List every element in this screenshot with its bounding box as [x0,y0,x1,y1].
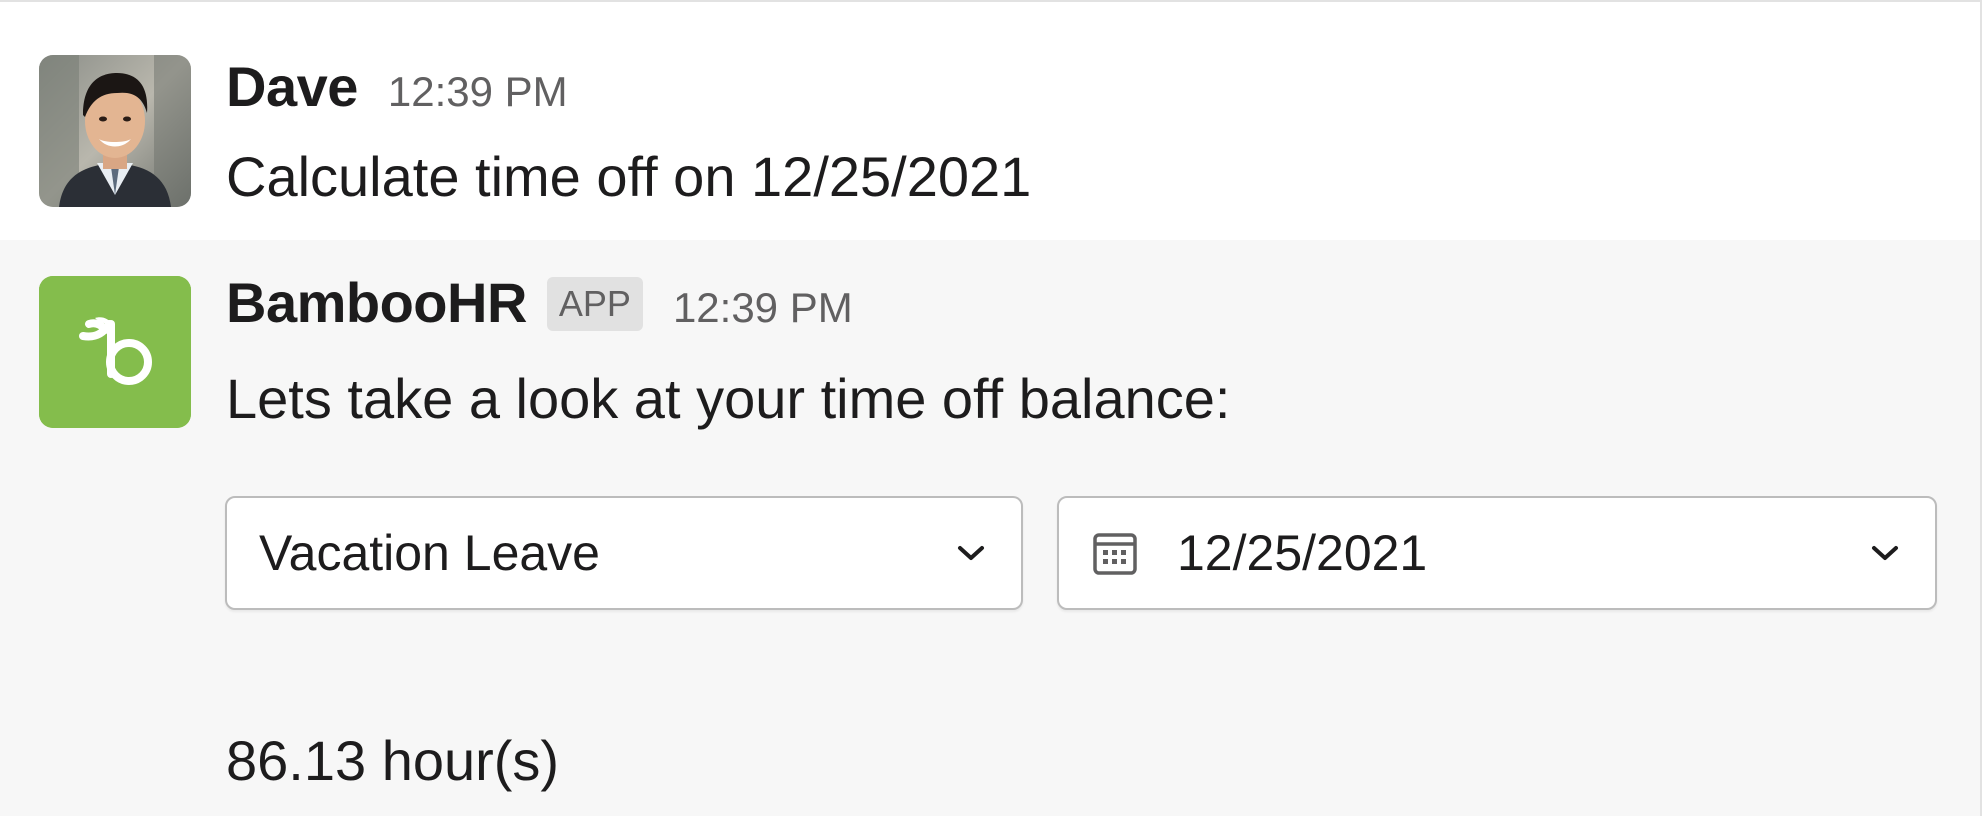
message-header: Dave 12:39 PM [226,54,568,119]
chevron-down-icon [951,533,991,573]
timestamp[interactable]: 12:39 PM [673,284,853,332]
bamboohr-logo[interactable] [39,276,191,428]
leave-type-select[interactable]: Vacation Leave [225,496,1023,610]
chevron-down-icon [1865,533,1905,573]
bamboo-icon [39,276,191,428]
message-header: BambooHR APP 12:39 PM [226,270,853,337]
chat-frame: Dave 12:39 PM Calculate time off on 12/2… [0,0,1982,816]
avatar[interactable] [39,55,191,207]
leave-type-value: Vacation Leave [259,525,600,581]
app-badge: APP [546,277,643,331]
time-off-balance: 86.13 hour(s) [226,729,560,792]
user-message: Dave 12:39 PM Calculate time off on 12/2… [0,2,1980,240]
bot-message: BambooHR APP 12:39 PM Lets take a look a… [0,240,1980,816]
user-avatar-photo [39,55,191,207]
message-text: Lets take a look at your time off balanc… [226,367,1231,430]
calendar-icon [1091,529,1139,577]
sender-name[interactable]: Dave [226,54,358,119]
date-picker[interactable]: 12/25/2021 [1057,496,1937,610]
date-value: 12/25/2021 [1177,525,1428,581]
sender-name[interactable]: BambooHR [226,270,527,335]
timestamp[interactable]: 12:39 PM [388,68,568,116]
message-text: Calculate time off on 12/25/2021 [226,145,1032,208]
